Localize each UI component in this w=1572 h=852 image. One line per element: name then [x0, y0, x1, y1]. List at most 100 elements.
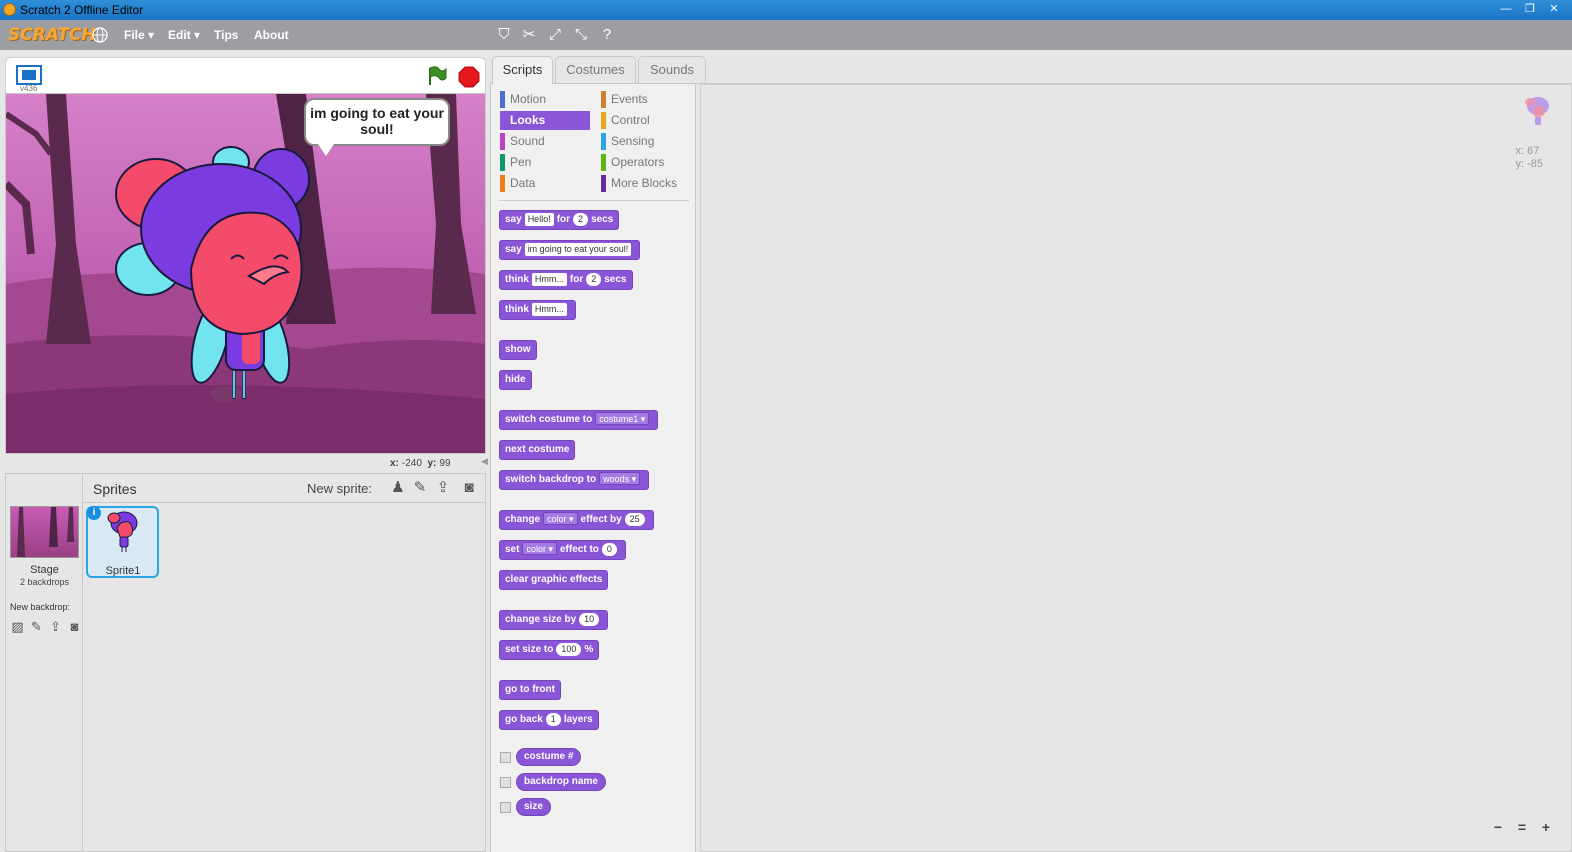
category-data-label: Data — [510, 176, 536, 190]
mouse-x-label: x: — [390, 458, 399, 469]
sprites-title: Sprites — [93, 481, 137, 497]
block-go-back-layers[interactable]: go back 1 layers — [499, 710, 599, 730]
stage-thumbnail[interactable] — [10, 506, 79, 558]
block-next-costume[interactable]: next costume — [499, 440, 576, 460]
block-set-size[interactable]: set size to 100% — [499, 640, 600, 660]
sprite-info-icon[interactable]: i — [87, 506, 101, 520]
mouse-x-value: -240 — [401, 458, 422, 469]
category-motion[interactable]: Motion — [500, 90, 590, 109]
backdrop-count: 2 backdrops — [19, 577, 70, 587]
upload-sprite-icon[interactable]: ⇪ — [433, 478, 453, 498]
category-more-blocks[interactable]: More Blocks — [601, 174, 691, 193]
edit-menu[interactable]: Edit ▾ — [168, 28, 200, 42]
stage-label: Stage — [30, 564, 59, 576]
paint-backdrop-icon[interactable]: ✎ — [28, 620, 45, 634]
tab-costumes[interactable]: Costumes — [555, 56, 636, 83]
block-palette: Motion Looks Sound Pen Data Events Contr… — [490, 84, 696, 852]
category-operators[interactable]: Operators — [601, 153, 691, 172]
size-checkbox[interactable] — [500, 802, 511, 813]
data-swatch — [500, 175, 505, 192]
reporter-costume-number[interactable]: costume # — [516, 748, 582, 766]
category-looks[interactable]: Looks — [500, 111, 590, 130]
paint-sprite-icon[interactable]: ✎ — [410, 478, 430, 498]
tab-sounds[interactable]: Sounds — [638, 56, 706, 83]
sprites-header: Sprites New sprite: ♟ ✎ ⇪ ◙ — [83, 474, 485, 503]
category-pen-label: Pen — [510, 155, 532, 169]
block-switch-costume[interactable]: switch costume to costume1 ▾ — [499, 410, 659, 430]
stage-column: Stage 2 backdrops New backdrop: ▨ ✎ ⇪ ◙ — [6, 474, 83, 852]
tips-menu[interactable]: Tips — [214, 28, 238, 42]
category-pen[interactable]: Pen — [500, 153, 590, 172]
stage-backdrop-woods — [6, 94, 485, 453]
scripts-area[interactable]: x: 67 y: -85 − = + — [700, 84, 1572, 852]
block-switch-backdrop[interactable]: switch backdrop to woods ▾ — [499, 470, 650, 490]
category-data[interactable]: Data — [500, 174, 590, 193]
camera-sprite-icon[interactable]: ◙ — [459, 478, 479, 498]
maximize-button[interactable]: ❐ — [1520, 2, 1540, 16]
current-sprite-icon — [1525, 97, 1549, 125]
shrink-icon[interactable]: ⤡ — [572, 26, 590, 44]
block-say-for-secs[interactable]: say Hello! for 2 secs — [499, 210, 620, 230]
zoom-out-button[interactable]: − — [1489, 818, 1507, 836]
motion-swatch — [500, 91, 505, 108]
zoom-reset-button[interactable]: = — [1513, 818, 1531, 836]
speech-bubble-tail — [318, 144, 334, 156]
stage-header: v436 — [5, 57, 486, 93]
duplicate-icon[interactable]: ⛉ — [495, 26, 513, 44]
tab-scripts[interactable]: Scripts — [492, 56, 553, 84]
new-sprite-label: New sprite: — [307, 481, 373, 496]
stage-thumbnail-image — [17, 507, 74, 557]
category-sensing[interactable]: Sensing — [601, 132, 691, 151]
language-globe-icon[interactable] — [92, 27, 108, 43]
category-events-label: Events — [611, 92, 648, 106]
delete-icon[interactable]: ✂ — [520, 26, 538, 44]
block-hide[interactable]: hide — [499, 370, 532, 390]
sprite-x: x: 67 — [1515, 145, 1540, 157]
block-show[interactable]: show — [499, 340, 537, 360]
sprite-thumbnail-image — [107, 511, 138, 552]
sprite-library-icon[interactable]: ♟ — [388, 478, 408, 498]
collapse-stage-arrow-icon[interactable]: ◀ — [481, 456, 489, 470]
close-button[interactable]: ✕ — [1544, 2, 1564, 16]
operators-swatch — [601, 154, 606, 171]
category-events[interactable]: Events — [601, 90, 691, 109]
block-clear-graphic-effects[interactable]: clear graphic effects — [499, 570, 609, 590]
category-more-blocks-label: More Blocks — [611, 176, 678, 190]
camera-backdrop-icon[interactable]: ◙ — [66, 620, 83, 634]
fullscreen-icon[interactable] — [16, 65, 42, 85]
category-motion-label: Motion — [510, 92, 547, 106]
sprite-tile[interactable]: i Sprite1 — [86, 506, 159, 578]
grow-icon[interactable]: ⤢ — [546, 26, 564, 44]
window-titlebar: Scratch 2 Offline Editor — ❐ ✕ — [0, 0, 1572, 20]
block-set-effect[interactable]: set color ▾ effect to 0 — [499, 540, 626, 560]
file-menu[interactable]: File ▾ — [124, 28, 154, 42]
backdrop-name-checkbox[interactable] — [500, 777, 511, 788]
block-think[interactable]: think Hmm... — [499, 300, 576, 320]
reporter-size[interactable]: size — [516, 798, 551, 816]
stop-icon[interactable] — [458, 66, 480, 88]
category-control[interactable]: Control — [601, 111, 691, 130]
stage-panel: v436 im going to eat your soul! — [5, 57, 486, 455]
help-icon[interactable]: ? — [598, 26, 616, 44]
costume-number-checkbox[interactable] — [500, 752, 511, 763]
block-change-effect[interactable]: change color ▾ effect by 25 — [499, 510, 654, 530]
block-go-to-front[interactable]: go to front — [499, 680, 561, 700]
block-change-size[interactable]: change size by 10 — [499, 610, 609, 630]
about-menu[interactable]: About — [254, 28, 289, 42]
minimize-button[interactable]: — — [1496, 2, 1516, 16]
category-control-label: Control — [611, 113, 650, 127]
looks-swatch — [500, 112, 505, 129]
zoom-in-button[interactable]: + — [1537, 818, 1555, 836]
reporter-backdrop-name[interactable]: backdrop name — [516, 773, 606, 791]
sensing-swatch — [601, 133, 606, 150]
backdrop-library-icon[interactable]: ▨ — [9, 620, 26, 634]
block-say[interactable]: say im going to eat your soul! — [499, 240, 641, 260]
block-think-for-secs[interactable]: think Hmm... for 2 secs — [499, 270, 633, 290]
green-flag-icon[interactable] — [426, 65, 448, 87]
menu-bar: SCRATCH File ▾ Edit ▾ Tips About ⛉ ✂ ⤢ ⤡… — [0, 20, 1572, 50]
category-sound[interactable]: Sound — [500, 132, 590, 151]
scratch-app-icon — [3, 3, 16, 16]
stage-canvas[interactable]: im going to eat your soul! — [5, 93, 486, 454]
scratch-logo[interactable]: SCRATCH — [8, 25, 96, 47]
upload-backdrop-icon[interactable]: ⇪ — [47, 620, 64, 634]
